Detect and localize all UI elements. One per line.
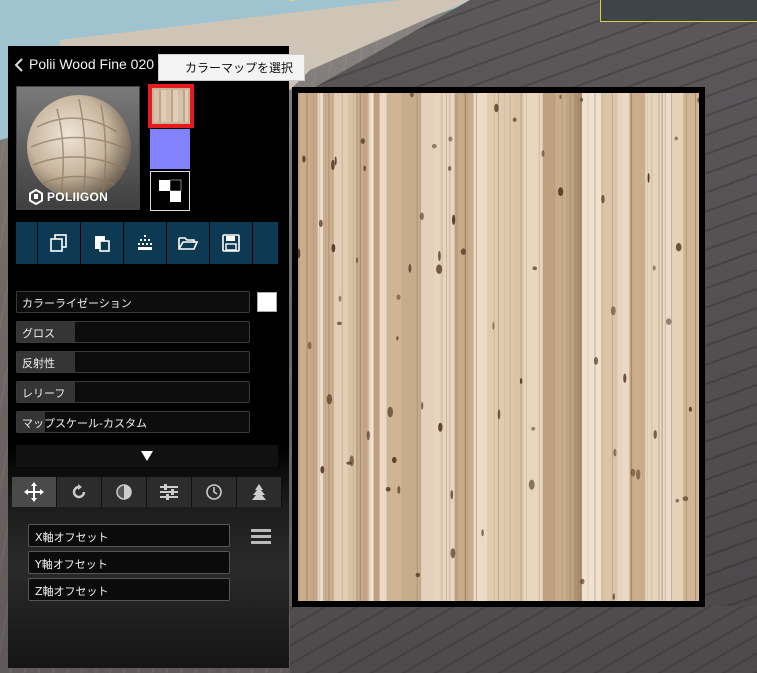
paste-icon[interactable] bbox=[81, 222, 124, 264]
gloss-label: グロス bbox=[22, 327, 55, 340]
relief-slider[interactable]: レリーフ bbox=[16, 381, 250, 403]
reflectivity-label: 反射性 bbox=[22, 357, 55, 370]
environment-icon[interactable] bbox=[237, 477, 282, 507]
poliigon-logo-text: POLIIGON bbox=[47, 190, 109, 204]
normal-map-slot[interactable] bbox=[150, 129, 190, 169]
tool-tabs bbox=[12, 477, 285, 507]
material-toolbar bbox=[16, 222, 278, 264]
color-map-thumbnail bbox=[154, 90, 188, 122]
texture-preview bbox=[292, 87, 705, 607]
map-scale-label: マップスケール-カスタム bbox=[22, 417, 147, 430]
reflectivity-slider[interactable]: 反射性 bbox=[16, 351, 250, 373]
folder-open-icon[interactable] bbox=[167, 222, 210, 264]
move-icon[interactable] bbox=[12, 477, 57, 507]
rotate-icon[interactable] bbox=[57, 477, 102, 507]
material-icon[interactable] bbox=[102, 477, 147, 507]
z-offset-label: Z軸オフセット bbox=[35, 585, 109, 598]
toolbar-spacer bbox=[16, 222, 38, 264]
material-title: Polii Wood Fine 020 bbox=[29, 56, 155, 72]
material-panel: Polii Wood Fine 020 カラーマップを選択 POLIIGON カ… bbox=[8, 46, 305, 668]
color-map-slot[interactable] bbox=[148, 84, 194, 128]
gloss-slider[interactable]: グロス bbox=[16, 321, 250, 343]
save-icon[interactable] bbox=[210, 222, 253, 264]
distribute-icon[interactable] bbox=[124, 222, 167, 264]
triangle-down-icon bbox=[141, 451, 153, 461]
checker-map-slot[interactable] bbox=[150, 171, 190, 211]
map-scale-slider[interactable]: マップスケール-カスタム bbox=[16, 411, 250, 433]
selected-object[interactable] bbox=[600, 0, 757, 22]
checker-icon bbox=[151, 172, 189, 210]
wood-texture-image bbox=[298, 93, 699, 601]
expand-more-button[interactable] bbox=[16, 445, 278, 467]
x-offset-label: X軸オフセット bbox=[35, 531, 109, 544]
relief-label: レリーフ bbox=[22, 387, 66, 400]
colorization-swatch[interactable] bbox=[257, 292, 277, 312]
duplicate-icon[interactable] bbox=[38, 222, 81, 264]
z-offset-field[interactable]: Z軸オフセット bbox=[28, 578, 230, 601]
colorization-row[interactable]: カラーライゼーション bbox=[16, 291, 250, 313]
chevron-left-icon[interactable] bbox=[14, 57, 28, 73]
x-offset-field[interactable]: X軸オフセット bbox=[28, 524, 230, 547]
clock-icon[interactable] bbox=[192, 477, 237, 507]
colorization-label: カラーライゼーション bbox=[22, 297, 132, 310]
material-sphere-preview[interactable]: POLIIGON bbox=[16, 86, 140, 210]
adjust-icon[interactable] bbox=[147, 477, 192, 507]
y-offset-field[interactable]: Y軸オフセット bbox=[28, 551, 230, 574]
hamburger-menu-icon[interactable] bbox=[251, 529, 271, 545]
y-offset-label: Y軸オフセット bbox=[35, 558, 108, 571]
tooltip: カラーマップを選択 bbox=[158, 54, 305, 81]
poliigon-logo-icon bbox=[29, 189, 43, 205]
